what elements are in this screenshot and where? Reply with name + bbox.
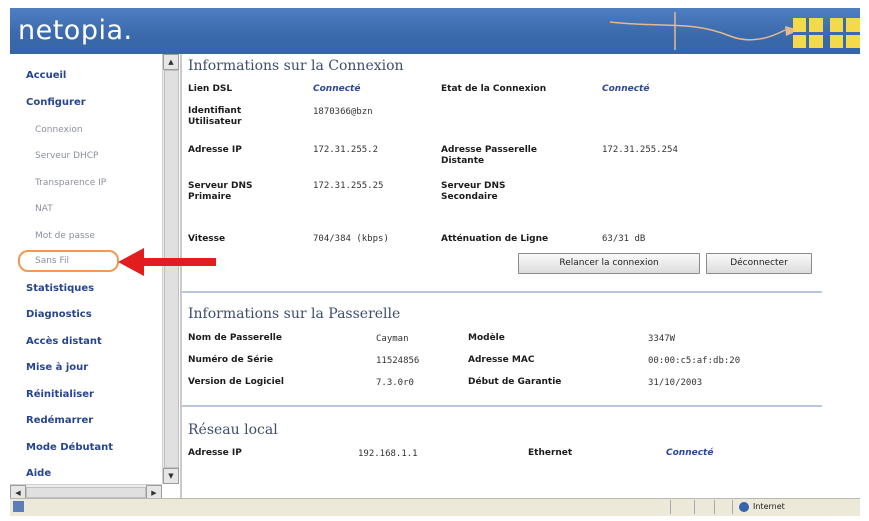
ethernet-status: Connecté: [666, 448, 714, 458]
header-banner: netopia.: [10, 8, 860, 54]
main-content: Informations sur la Connexion Lien DSL C…: [182, 54, 860, 498]
status-cell: [732, 500, 733, 514]
security-zone-label: Internet: [753, 502, 785, 511]
sidebar-item-aide[interactable]: Aide: [26, 468, 51, 479]
dns-primary-value: 172.31.255.25: [313, 181, 384, 191]
dns-secondary-label: Serveur DNS Secondaire: [441, 181, 506, 202]
sidebar-item-diagnostics[interactable]: Diagnostics: [26, 309, 92, 320]
sidebar-item-acces-distant[interactable]: Accès distant: [26, 336, 102, 347]
connection-section-title: Informations sur la Connexion: [188, 58, 404, 74]
serial-number-label: Numéro de Série: [188, 355, 274, 365]
gateway-name-label: Nom de Passerelle: [188, 333, 282, 343]
gateway-section-title: Informations sur la Passerelle: [188, 306, 401, 322]
sidebar-item-redemarrer[interactable]: Redémarrer: [26, 415, 93, 426]
sidebar-item-configurer[interactable]: Configurer: [26, 97, 86, 108]
lan-ip-value: 192.168.1.1: [358, 449, 418, 459]
sidebar-item-mode-debutant[interactable]: Mode Débutant: [26, 442, 113, 453]
attenuation-label: Atténuation de Ligne: [441, 234, 549, 244]
ip-address-value: 172.31.255.2: [313, 145, 379, 155]
sidebar-item-mot-de-passe[interactable]: Mot de passe: [35, 231, 95, 241]
user-id-value: 1870366@bzn: [313, 107, 373, 117]
sidebar-item-mise-a-jour[interactable]: Mise à jour: [26, 362, 88, 373]
warranty-start-label: Début de Garantie: [468, 377, 562, 387]
software-version-label: Version de Logiciel: [188, 377, 284, 387]
warranty-start-value: 31/10/2003: [648, 378, 703, 388]
scroll-down-icon[interactable]: ▼: [163, 468, 179, 484]
restart-connection-button[interactable]: Relancer la connexion: [518, 253, 700, 274]
window-icon: [830, 18, 860, 48]
dsl-line-status: Connecté: [313, 84, 361, 94]
sidebar-item-sans-fil[interactable]: Sans Fil: [35, 256, 69, 266]
status-cell: [714, 500, 715, 514]
section-divider: [182, 291, 822, 293]
dns-primary-label: Serveur DNS Primaire: [188, 181, 253, 202]
sidebar-item-transparence[interactable]: Transparence IP: [35, 178, 106, 188]
sidebar-item-dhcp[interactable]: Serveur DHCP: [35, 151, 99, 161]
model-value: 3347W: [648, 334, 676, 344]
scrollbar-thumb[interactable]: [26, 487, 146, 498]
scroll-up-icon[interactable]: ▲: [163, 54, 179, 70]
connection-state-status: Connecté: [602, 84, 650, 94]
sidebar-item-accueil[interactable]: Accueil: [26, 70, 66, 81]
speed-value: 704/384 (kbps): [313, 234, 389, 244]
sidebar-item-statistiques[interactable]: Statistiques: [26, 283, 94, 294]
page-icon: [13, 501, 24, 512]
gateway-address-value: 172.31.255.254: [602, 145, 678, 155]
dsl-line-label: Lien DSL: [188, 84, 233, 94]
window-icon: [793, 18, 823, 48]
sidebar-item-nat[interactable]: NAT: [35, 204, 53, 214]
mac-address-value: 00:00:c5:af:db:20: [648, 356, 741, 366]
lan-section-title: Réseau local: [188, 422, 278, 438]
user-id-label: Identifiant Utilisateur: [188, 106, 242, 127]
serial-number-value: 11524856: [376, 356, 420, 366]
mac-address-label: Adresse MAC: [468, 355, 535, 365]
status-cell: [694, 500, 695, 514]
browser-status-bar: Internet: [10, 498, 860, 516]
attenuation-value: 63/31 dB: [602, 234, 646, 244]
ip-address-label: Adresse IP: [188, 145, 242, 155]
disconnect-button[interactable]: Déconnecter: [706, 253, 812, 274]
header-decoration: [609, 12, 800, 50]
sidebar-item-reinitialiser[interactable]: Réinitialiser: [26, 389, 94, 400]
sidebar-item-connexion[interactable]: Connexion: [35, 125, 83, 135]
sidebar-horizontal-scrollbar[interactable]: ◀ ▶: [10, 484, 162, 501]
gateway-name-value: Cayman: [376, 334, 409, 344]
model-label: Modèle: [468, 333, 505, 343]
speed-label: Vitesse: [188, 234, 226, 244]
connection-state-label: Etat de la Connexion: [441, 84, 547, 94]
internet-zone-icon: [739, 502, 749, 512]
section-divider: [182, 405, 822, 407]
status-cell: [670, 500, 671, 514]
ethernet-label: Ethernet: [528, 448, 573, 458]
software-version-value: 7.3.0r0: [376, 378, 414, 388]
lan-ip-label: Adresse IP: [188, 448, 242, 458]
gateway-address-label: Adresse Passerelle Distante: [441, 145, 537, 166]
